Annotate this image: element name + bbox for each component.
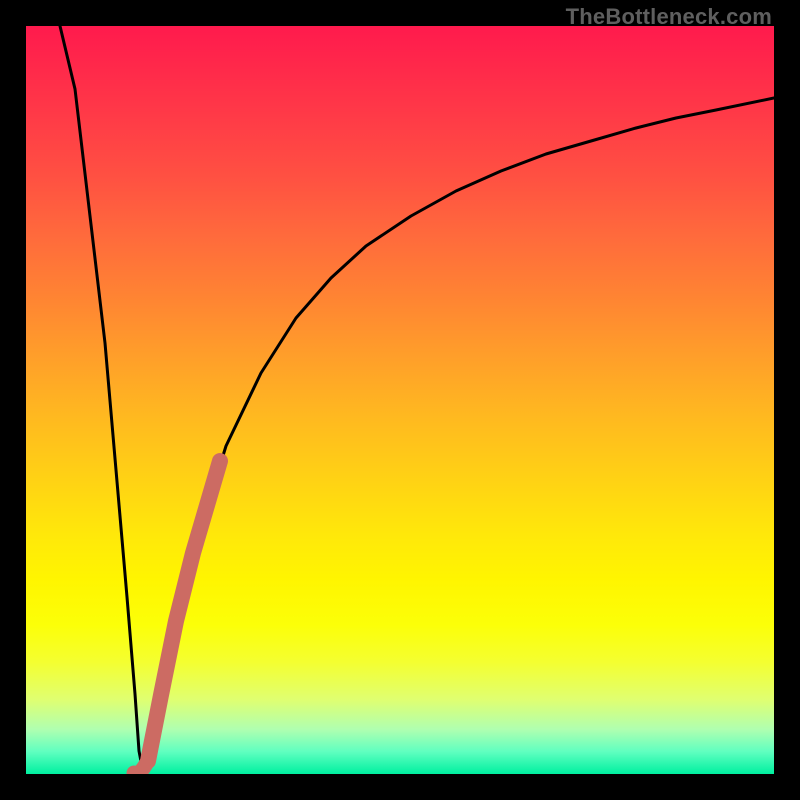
- main-curve-path: [60, 26, 774, 772]
- overlay-hook-path: [134, 764, 146, 774]
- chart-svg: [26, 26, 774, 774]
- overlay-segment-path: [148, 461, 220, 761]
- plot-area: [26, 26, 774, 774]
- chart-container: TheBottleneck.com: [0, 0, 800, 800]
